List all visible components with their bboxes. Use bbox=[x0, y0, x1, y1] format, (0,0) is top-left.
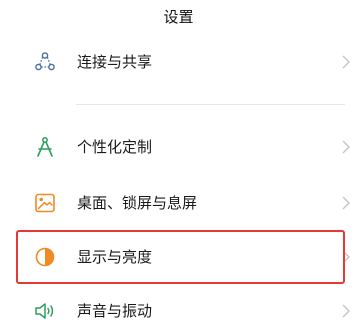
wallpaper-icon bbox=[33, 191, 57, 215]
settings-item-connection-share[interactable]: 连接与共享 bbox=[0, 38, 357, 86]
settings-item-label: 连接与共享 bbox=[77, 53, 153, 71]
settings-header: 设置 bbox=[0, 0, 357, 38]
settings-item-label: 桌面、锁屏与息屏 bbox=[77, 194, 198, 212]
settings-item-personalization[interactable]: 个性化定制 bbox=[0, 123, 357, 171]
chevron-right-icon bbox=[341, 195, 351, 211]
section-divider bbox=[76, 104, 345, 105]
connection-share-icon bbox=[33, 50, 57, 74]
settings-item-label: 声音与振动 bbox=[77, 302, 153, 320]
page-title: 设置 bbox=[163, 8, 194, 26]
settings-item-wallpaper[interactable]: 桌面、锁屏与息屏 bbox=[0, 179, 357, 227]
chevron-right-icon bbox=[341, 303, 351, 319]
highlight-box bbox=[16, 230, 345, 284]
personalization-icon bbox=[33, 135, 57, 159]
settings-item-sound-vibration[interactable]: 声音与振动 bbox=[0, 287, 357, 335]
settings-item-label: 个性化定制 bbox=[77, 138, 153, 156]
chevron-right-icon bbox=[341, 139, 351, 155]
sound-vibration-icon bbox=[33, 299, 57, 323]
chevron-right-icon bbox=[341, 54, 351, 70]
